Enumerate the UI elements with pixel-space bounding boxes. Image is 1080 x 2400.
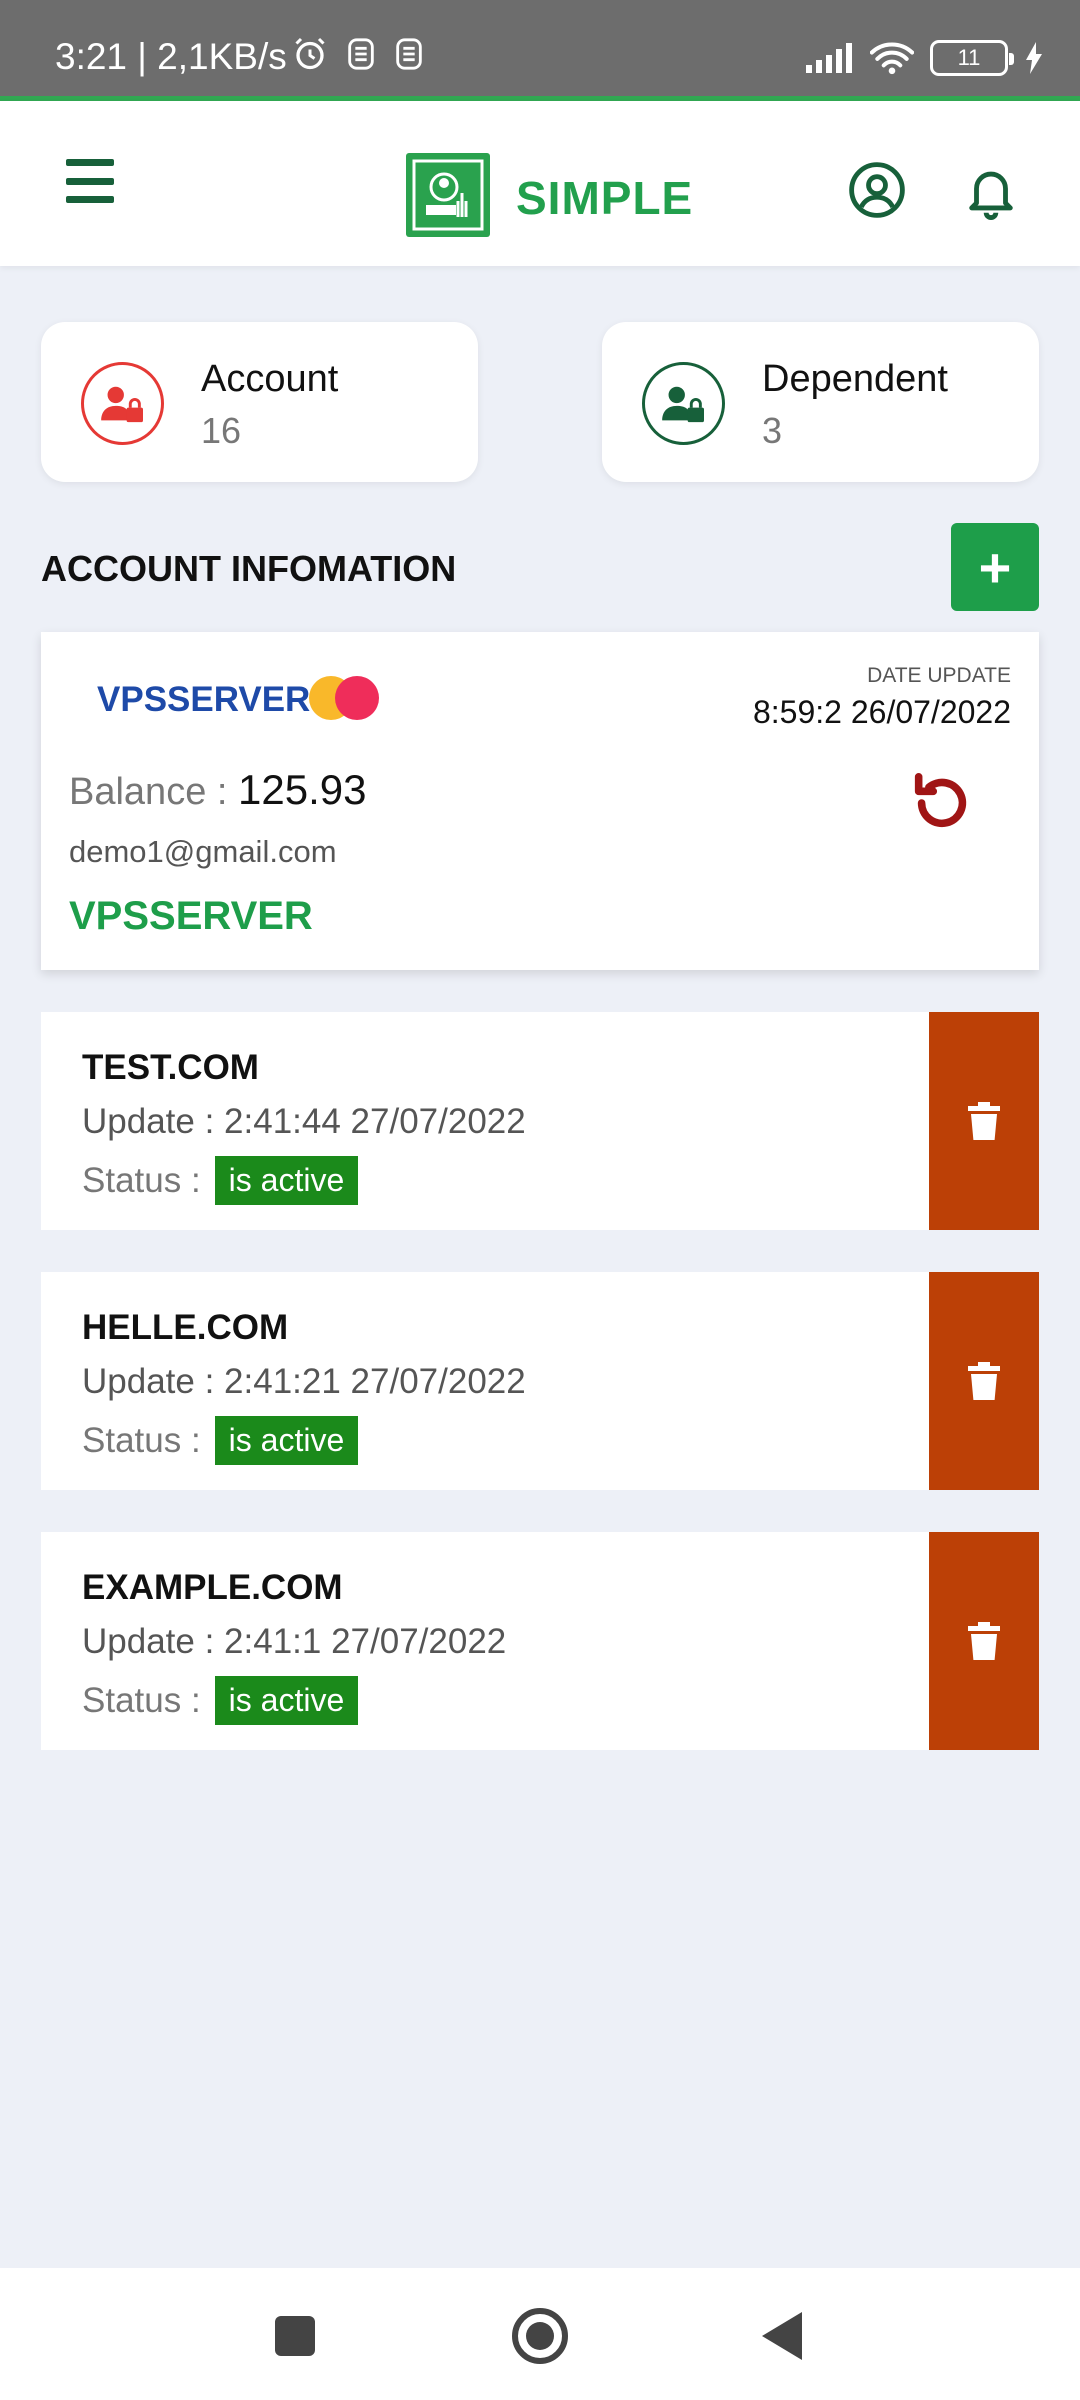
trash-icon	[968, 1622, 1000, 1660]
status-badge: is active	[214, 1416, 359, 1465]
dependent-count-label: Dependent	[762, 358, 948, 400]
domain-status: Status : is active	[82, 1676, 359, 1725]
trash-icon	[968, 1102, 1000, 1140]
mastercard-icon	[309, 676, 379, 720]
signal-icon	[806, 43, 852, 73]
status-bar: 3:21 | 2,1KB/s 11	[0, 0, 1080, 96]
app-notification-icon	[348, 38, 374, 70]
balance-label: Balance :	[69, 771, 228, 813]
battery-indicator: 11	[930, 40, 1014, 76]
alarm-icon	[295, 37, 325, 70]
status-time: 3:21 | 2,1KB/s	[55, 36, 287, 77]
balance: Balance : 125.93	[69, 766, 366, 814]
delete-button[interactable]	[929, 1272, 1039, 1490]
domain-card[interactable]: HELLE.COM Update : 2:41:21 27/07/2022 St…	[41, 1272, 1039, 1490]
add-account-button[interactable]: +	[951, 523, 1039, 611]
app-notification-icon	[396, 38, 422, 70]
domain-update: Update : 2:41:1 27/07/2022	[82, 1622, 507, 1661]
domain-name: TEST.COM	[82, 1048, 259, 1087]
back-button[interactable]	[762, 2312, 802, 2360]
recent-apps-button[interactable]	[275, 2316, 315, 2356]
dependent-lock-icon	[642, 362, 725, 445]
domain-card[interactable]: TEST.COM Update : 2:41:44 27/07/2022 Sta…	[41, 1012, 1039, 1230]
app-logo	[406, 153, 490, 237]
account-email: demo1@gmail.com	[69, 834, 337, 869]
dependent-count-card[interactable]: Dependent 3	[602, 322, 1039, 482]
account-provider: VPSSERVER	[69, 894, 313, 938]
domain-name: HELLE.COM	[82, 1308, 289, 1347]
app-bar: SIMPLE	[0, 101, 1080, 266]
account-info-card[interactable]: VPSSERVER DATE UPDATE 8:59:2 26/07/2022 …	[41, 632, 1039, 970]
account-count-card[interactable]: Account 16	[41, 322, 478, 482]
account-count-label: Account	[201, 358, 339, 400]
status-badge: is active	[214, 1676, 359, 1725]
status-system-icons: 11	[806, 40, 1044, 76]
trash-icon	[968, 1362, 1000, 1400]
domain-status: Status : is active	[82, 1416, 359, 1465]
domain-update: Update : 2:41:21 27/07/2022	[82, 1362, 526, 1401]
account-count-value: 16	[201, 410, 242, 451]
refresh-icon[interactable]	[907, 768, 977, 838]
date-update-label: DATE UPDATE	[867, 664, 1011, 687]
domain-card[interactable]: EXAMPLE.COM Update : 2:41:1 27/07/2022 S…	[41, 1532, 1039, 1750]
date-update-value: 8:59:2 26/07/2022	[752, 694, 1011, 730]
dependent-count-value: 3	[762, 410, 783, 451]
menu-button[interactable]	[66, 159, 114, 203]
delete-button[interactable]	[929, 1012, 1039, 1230]
charging-icon	[1026, 42, 1042, 74]
user-profile-icon[interactable]	[848, 161, 906, 219]
delete-button[interactable]	[929, 1532, 1039, 1750]
account-lock-icon	[81, 362, 164, 445]
wifi-icon	[870, 42, 914, 75]
menu-icon	[66, 159, 114, 166]
notification-bell-icon[interactable]	[962, 161, 1020, 221]
domain-name: EXAMPLE.COM	[82, 1568, 343, 1607]
system-nav-bar	[0, 2268, 1080, 2400]
domain-update: Update : 2:41:44 27/07/2022	[82, 1102, 526, 1141]
section-title: ACCOUNT INFOMATION	[41, 548, 457, 589]
status-notification-icons	[292, 36, 424, 72]
domain-status: Status : is active	[82, 1156, 359, 1205]
status-badge: is active	[214, 1156, 359, 1205]
home-button[interactable]	[512, 2308, 568, 2364]
balance-value: 125.93	[238, 766, 367, 813]
account-name: VPSSERVER	[97, 680, 311, 719]
app-title: SIMPLE	[516, 172, 694, 224]
